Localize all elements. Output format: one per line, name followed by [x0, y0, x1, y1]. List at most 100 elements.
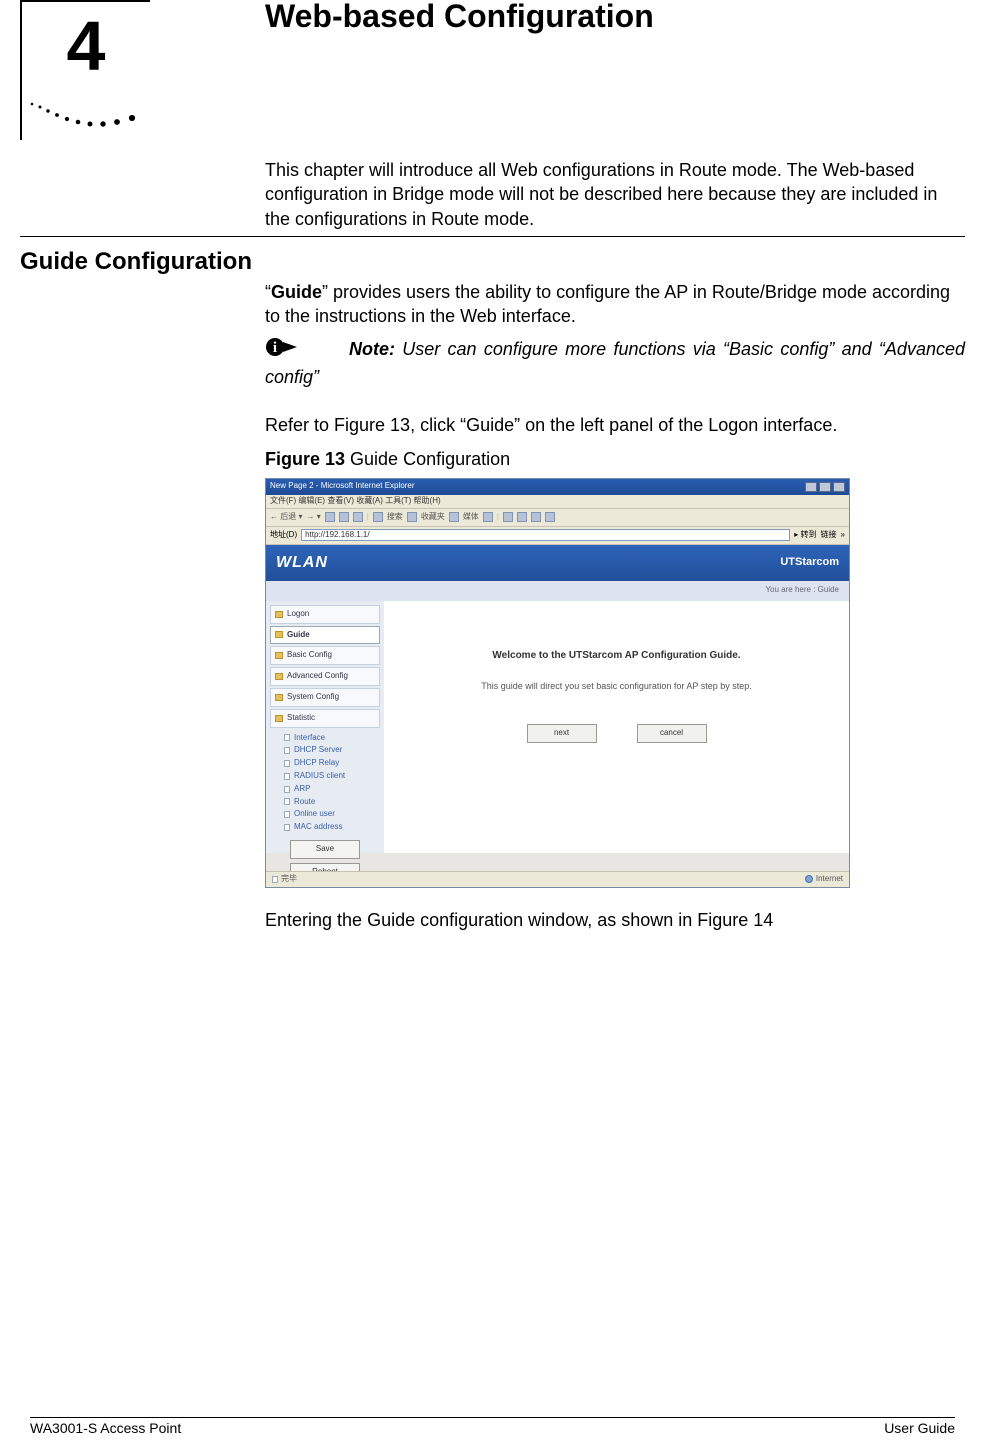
- sidebar-item-label: System Config: [287, 692, 339, 703]
- menubar[interactable]: 文件(F) 编辑(E) 查看(V) 收藏(A) 工具(T) 帮助(H): [266, 495, 849, 509]
- window-titlebar: New Page 2 - Microsoft Internet Explorer: [266, 479, 849, 495]
- folder-icon: [275, 673, 283, 680]
- doc-icon: [284, 824, 290, 831]
- sub-item-arp[interactable]: ARP: [284, 783, 380, 796]
- sub-item-online-user[interactable]: Online user: [284, 808, 380, 821]
- after-figure-paragraph: Entering the Guide configuration window,…: [265, 908, 965, 932]
- brand-logo: UTStarcom: [780, 555, 839, 570]
- guide-keyword: Guide: [271, 282, 322, 302]
- sidebar-item-guide[interactable]: Guide: [270, 626, 380, 645]
- sidebar-sublist: Interface DHCP Server DHCP Relay RADIUS …: [270, 730, 380, 836]
- address-input[interactable]: http://192.168.1.1/: [301, 529, 790, 541]
- content-pane: Welcome to the UTStarcom AP Configuratio…: [384, 601, 849, 853]
- sidebar-item-label: Basic Config: [287, 650, 332, 661]
- sidebar-subitem-label: Online user: [294, 809, 335, 820]
- save-button[interactable]: Save: [290, 840, 360, 859]
- sidebar-item-label: Guide: [287, 630, 310, 641]
- sidebar-subitem-label: ARP: [294, 784, 310, 795]
- edit-icon[interactable]: [531, 512, 541, 522]
- stop-icon[interactable]: [325, 512, 335, 522]
- window-buttons: [805, 482, 845, 492]
- window-title: New Page 2 - Microsoft Internet Explorer: [270, 481, 415, 492]
- sidebar-subitem-label: RADIUS client: [294, 771, 345, 782]
- note-label: Note:: [349, 339, 395, 359]
- doc-icon: [284, 747, 290, 754]
- note-block: i Note: User can configure more function…: [265, 335, 965, 390]
- page-footer: WA3001-S Access Point User Guide: [30, 1417, 955, 1436]
- sidebar-subitem-label: Route: [294, 797, 315, 808]
- wlan-logo: WLAN: [276, 552, 328, 574]
- address-bar: 地址(D) http://192.168.1.1/ ▸ 转到 链接 »: [266, 527, 849, 545]
- sidebar: Logon Guide Basic Config Advanced Config…: [266, 601, 384, 853]
- chapter-title: Web-based Configuration: [265, 0, 654, 35]
- links-label[interactable]: 链接: [821, 530, 837, 541]
- welcome-heading: Welcome to the UTStarcom AP Configuratio…: [394, 649, 839, 663]
- status-left: 完毕: [281, 874, 297, 885]
- print-icon[interactable]: [517, 512, 527, 522]
- mail-icon[interactable]: [503, 512, 513, 522]
- address-label: 地址(D): [270, 530, 297, 541]
- sidebar-item-advanced-config[interactable]: Advanced Config: [270, 667, 380, 686]
- info-icon: i: [265, 335, 299, 365]
- doc-icon: [284, 811, 290, 818]
- chapter-number: 4: [22, 2, 150, 86]
- cancel-button[interactable]: cancel: [637, 724, 707, 743]
- search-icon[interactable]: [373, 512, 383, 522]
- media-label[interactable]: 媒体: [463, 512, 479, 523]
- folder-icon: [275, 652, 283, 659]
- folder-icon: [275, 611, 283, 618]
- go-button[interactable]: ▸ 转到: [794, 530, 816, 541]
- page-header: WLAN UTStarcom: [266, 545, 849, 581]
- sub-item-interface[interactable]: Interface: [284, 732, 380, 745]
- history-icon[interactable]: [483, 512, 493, 522]
- sidebar-item-system-config[interactable]: System Config: [270, 688, 380, 707]
- guide-description: “Guide” provides users the ability to co…: [265, 280, 965, 329]
- sidebar-subitem-label: DHCP Relay: [294, 758, 339, 769]
- doc-icon: [284, 786, 290, 793]
- page-icon: [272, 876, 278, 883]
- favorites-icon[interactable]: [407, 512, 417, 522]
- globe-icon: [805, 875, 813, 883]
- decorative-dots: [28, 98, 146, 132]
- close-button[interactable]: [833, 482, 845, 492]
- footer-left: WA3001-S Access Point: [30, 1420, 181, 1436]
- refresh-icon[interactable]: [339, 512, 349, 522]
- doc-icon: [284, 773, 290, 780]
- footer-right: User Guide: [884, 1420, 955, 1436]
- forward-button[interactable]: → ▾: [306, 512, 320, 523]
- discuss-icon[interactable]: [545, 512, 555, 522]
- search-label[interactable]: 搜索: [387, 512, 403, 523]
- sidebar-item-basic-config[interactable]: Basic Config: [270, 646, 380, 665]
- folder-icon: [275, 631, 283, 638]
- status-right: Internet: [816, 874, 843, 885]
- toolbar: ← 后退 ▾ → ▾ | 搜索 收藏夹 媒体 |: [266, 509, 849, 527]
- svg-text:i: i: [273, 340, 277, 356]
- sub-item-radius-client[interactable]: RADIUS client: [284, 770, 380, 783]
- links-chevron-icon[interactable]: »: [841, 530, 845, 541]
- back-label[interactable]: ← 后退 ▾: [270, 512, 302, 523]
- sidebar-subitem-label: MAC address: [294, 822, 342, 833]
- doc-icon: [284, 760, 290, 767]
- sidebar-item-label: Statistic: [287, 713, 315, 724]
- home-icon[interactable]: [353, 512, 363, 522]
- figure-title: Guide Configuration: [345, 449, 510, 469]
- doc-icon: [284, 734, 290, 741]
- figure-label: Figure 13: [265, 449, 345, 469]
- figure13-screenshot: New Page 2 - Microsoft Internet Explorer…: [265, 478, 850, 888]
- sidebar-item-logon[interactable]: Logon: [270, 605, 380, 624]
- section-heading: Guide Configuration: [20, 248, 252, 276]
- sub-item-dhcp-relay[interactable]: DHCP Relay: [284, 757, 380, 770]
- figure-caption: Figure 13 Guide Configuration: [265, 447, 965, 471]
- sub-item-route[interactable]: Route: [284, 796, 380, 809]
- sub-item-mac-address[interactable]: MAC address: [284, 821, 380, 834]
- sidebar-item-label: Advanced Config: [287, 671, 348, 682]
- sub-item-dhcp-server[interactable]: DHCP Server: [284, 744, 380, 757]
- next-button[interactable]: next: [527, 724, 597, 743]
- maximize-button[interactable]: [819, 482, 831, 492]
- sidebar-item-statistic[interactable]: Statistic: [270, 709, 380, 728]
- minimize-button[interactable]: [805, 482, 817, 492]
- favorites-label[interactable]: 收藏夹: [421, 512, 445, 523]
- refer-paragraph: Refer to Figure 13, click “Guide” on the…: [265, 413, 965, 437]
- media-icon[interactable]: [449, 512, 459, 522]
- folder-icon: [275, 715, 283, 722]
